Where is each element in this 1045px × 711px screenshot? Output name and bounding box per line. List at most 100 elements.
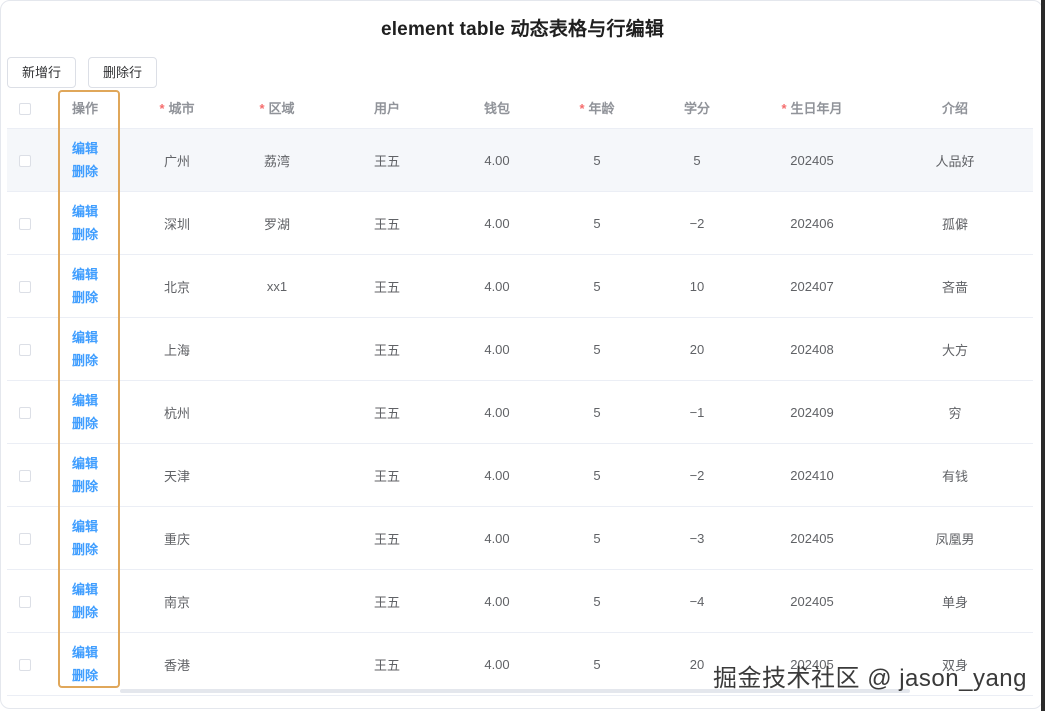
cell-city: 南京 xyxy=(127,569,227,633)
delete-link[interactable]: 删除 xyxy=(43,349,127,372)
cell-wallet: 4.00 xyxy=(447,128,547,192)
row-actions: 编辑 删除 xyxy=(43,380,127,444)
row-select-cell[interactable] xyxy=(7,191,43,255)
cell-wallet: 4.00 xyxy=(447,443,547,507)
row-select-cell[interactable] xyxy=(7,128,43,192)
row-select-cell[interactable] xyxy=(7,569,43,633)
row-actions: 编辑 删除 xyxy=(43,317,127,381)
cell-city: 上海 xyxy=(127,317,227,381)
cell-age: 5 xyxy=(547,506,647,570)
delete-link[interactable]: 删除 xyxy=(43,538,127,561)
edit-link[interactable]: 编辑 xyxy=(43,200,127,223)
header-city: * 城市 xyxy=(127,87,227,129)
row-actions: 编辑 删除 xyxy=(43,191,127,255)
edit-link[interactable]: 编辑 xyxy=(43,452,127,475)
cell-age: 5 xyxy=(547,254,647,318)
cell-wallet: 4.00 xyxy=(447,506,547,570)
delete-link[interactable]: 删除 xyxy=(43,412,127,435)
cell-city: 重庆 xyxy=(127,506,227,570)
required-mark: * xyxy=(259,101,265,116)
cell-age: 5 xyxy=(547,632,647,696)
cell-user: 王五 xyxy=(327,191,447,255)
header-area: * 区域 xyxy=(227,87,327,129)
cell-user: 王五 xyxy=(327,254,447,318)
cell-user: 王五 xyxy=(327,443,447,507)
table-row: 编辑 删除 重庆 王五 4.00 5 −3 202405 凤凰男 xyxy=(7,506,1033,570)
cell-credit: −3 xyxy=(647,506,747,570)
edit-link[interactable]: 编辑 xyxy=(43,578,127,601)
toolbar: 新增行 删除行 xyxy=(7,57,158,88)
cell-age: 5 xyxy=(547,128,647,192)
cell-intro: 有钱 xyxy=(877,443,1033,507)
cell-birth: 202407 xyxy=(747,254,877,318)
row-select-cell[interactable] xyxy=(7,632,43,696)
cell-birth: 202408 xyxy=(747,317,877,381)
row-checkbox[interactable] xyxy=(19,533,31,546)
edit-link[interactable]: 编辑 xyxy=(43,326,127,349)
cell-wallet: 4.00 xyxy=(447,317,547,381)
header-select-all[interactable] xyxy=(7,87,43,129)
edit-link[interactable]: 编辑 xyxy=(43,389,127,412)
cell-intro: 人品好 xyxy=(877,128,1033,192)
header-city-label: 城市 xyxy=(168,101,195,116)
row-checkbox[interactable] xyxy=(19,407,31,420)
header-user: 用户 xyxy=(327,87,447,129)
header-op: 操作 xyxy=(43,87,127,129)
row-select-cell[interactable] xyxy=(7,380,43,444)
cell-intro: 孤僻 xyxy=(877,191,1033,255)
delete-link[interactable]: 删除 xyxy=(43,160,127,183)
delete-link[interactable]: 删除 xyxy=(43,223,127,246)
cell-user: 王五 xyxy=(327,632,447,696)
row-checkbox[interactable] xyxy=(19,344,31,357)
required-mark: * xyxy=(159,101,165,116)
cell-user: 王五 xyxy=(327,569,447,633)
edit-link[interactable]: 编辑 xyxy=(43,263,127,286)
cell-age: 5 xyxy=(547,317,647,381)
row-select-cell[interactable] xyxy=(7,317,43,381)
delete-link[interactable]: 删除 xyxy=(43,475,127,498)
delete-link[interactable]: 删除 xyxy=(43,286,127,309)
row-checkbox[interactable] xyxy=(19,596,31,609)
cell-intro: 单身 xyxy=(877,569,1033,633)
cell-age: 5 xyxy=(547,380,647,444)
cell-city: 北京 xyxy=(127,254,227,318)
cell-city: 广州 xyxy=(127,128,227,192)
cell-area xyxy=(227,632,327,696)
row-actions: 编辑 删除 xyxy=(43,569,127,633)
select-all-checkbox[interactable] xyxy=(19,102,31,115)
delete-row-button[interactable]: 删除行 xyxy=(88,57,158,88)
row-select-cell[interactable] xyxy=(7,443,43,507)
cell-birth: 202410 xyxy=(747,443,877,507)
row-actions: 编辑 删除 xyxy=(43,128,127,192)
cell-credit: −4 xyxy=(647,569,747,633)
cell-city: 天津 xyxy=(127,443,227,507)
cell-birth: 202406 xyxy=(747,191,877,255)
row-checkbox[interactable] xyxy=(19,218,31,231)
cell-birth: 202409 xyxy=(747,380,877,444)
table-row: 编辑 删除 南京 王五 4.00 5 −4 202405 单身 xyxy=(7,569,1033,633)
watermark: 掘金技术社区 @ jason_yang xyxy=(713,665,1027,692)
editable-table: 操作 * 城市 * 区域 用户 钱包 * 年龄 学分 * 生日年月 介绍 编辑 删除 广州… xyxy=(7,87,1033,696)
cell-city: 香港 xyxy=(127,632,227,696)
row-checkbox[interactable] xyxy=(19,155,31,168)
cell-user: 王五 xyxy=(327,128,447,192)
row-checkbox[interactable] xyxy=(19,470,31,483)
row-checkbox[interactable] xyxy=(19,659,31,672)
edit-link[interactable]: 编辑 xyxy=(43,137,127,160)
required-mark: * xyxy=(781,101,787,116)
cell-intro: 大方 xyxy=(877,317,1033,381)
header-age: * 年龄 xyxy=(547,87,647,129)
row-select-cell[interactable] xyxy=(7,254,43,318)
cell-user: 王五 xyxy=(327,506,447,570)
cell-intro: 凤凰男 xyxy=(877,506,1033,570)
delete-link[interactable]: 删除 xyxy=(43,664,127,687)
row-checkbox[interactable] xyxy=(19,281,31,294)
cell-birth: 202405 xyxy=(747,506,877,570)
row-actions: 编辑 删除 xyxy=(43,506,127,570)
edit-link[interactable]: 编辑 xyxy=(43,515,127,538)
delete-link[interactable]: 删除 xyxy=(43,601,127,624)
cell-age: 5 xyxy=(547,443,647,507)
edit-link[interactable]: 编辑 xyxy=(43,641,127,664)
add-row-button[interactable]: 新增行 xyxy=(7,57,77,88)
row-select-cell[interactable] xyxy=(7,506,43,570)
